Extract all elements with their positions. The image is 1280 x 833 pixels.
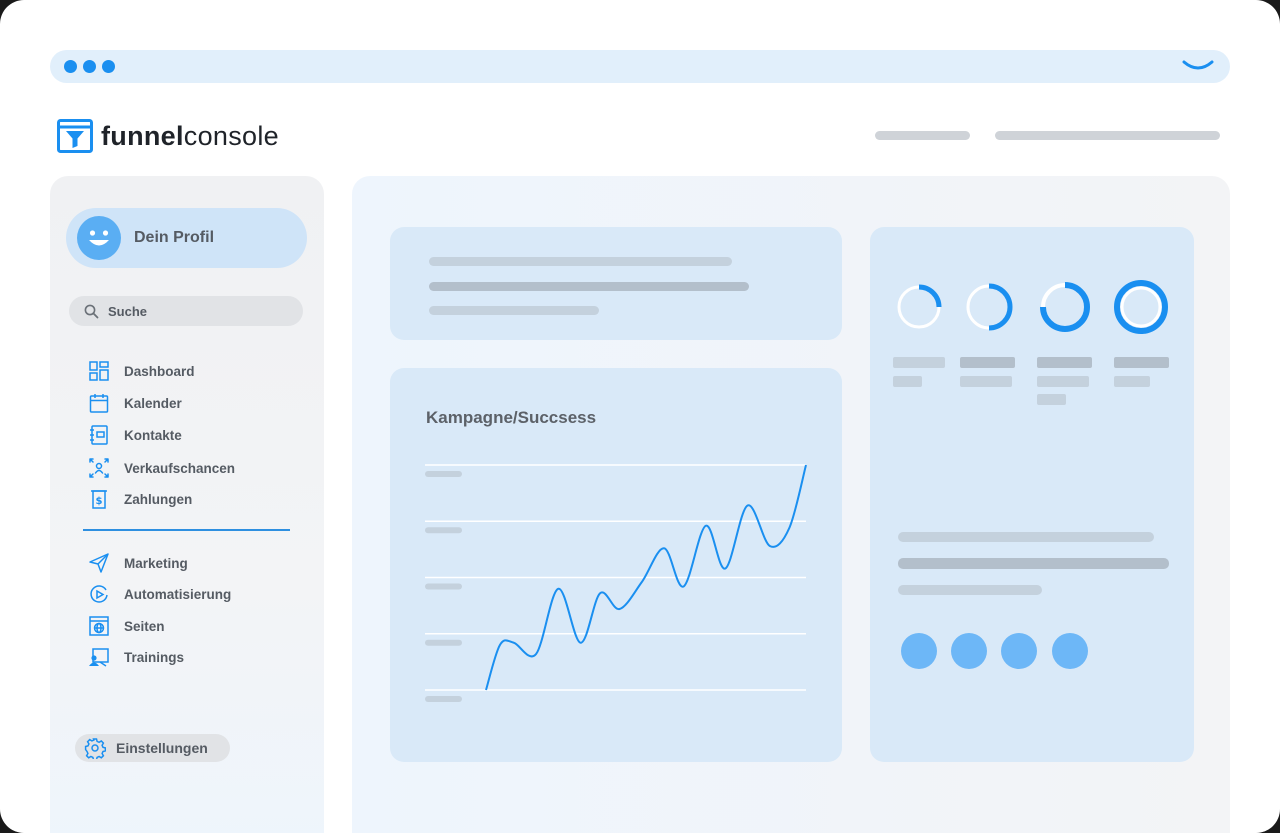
avatar	[77, 216, 121, 260]
profile-button[interactable]: Dein Profil	[66, 208, 307, 268]
search-label: Suche	[108, 303, 148, 319]
app-logo[interactable]: funnelconsole	[57, 119, 279, 153]
chart-card: Kampagne/Succsess	[390, 368, 842, 762]
sidebar-item-dashboard[interactable]: Dashboard	[88, 359, 195, 383]
placeholder-bar	[1037, 394, 1066, 405]
placeholder-bar	[429, 257, 732, 266]
placeholder-bar	[960, 376, 1012, 387]
placeholder-bar	[429, 306, 599, 315]
main-content: Kampagne/Succsess	[352, 176, 1230, 833]
header-placeholder-bar	[875, 131, 970, 140]
opportunities-icon	[89, 458, 109, 478]
placeholder-bar	[898, 585, 1042, 595]
paper-plane-icon	[89, 553, 109, 573]
dashboard-grid-icon	[89, 361, 109, 381]
campaign-line-chart	[425, 464, 807, 702]
chart-tick-placeholder	[425, 696, 462, 702]
sidebar-item-label: Kalender	[124, 395, 182, 411]
sidebar-item-marketing[interactable]: Marketing	[88, 551, 188, 575]
chart-tick-placeholder	[425, 527, 462, 534]
sidebar-item-zahlungen[interactable]: $ Zahlungen	[88, 487, 192, 511]
sidebar-item-label: Seiten	[124, 618, 165, 634]
sidebar-item-kontakte[interactable]: Kontakte	[88, 423, 182, 447]
pages-globe-icon	[89, 616, 109, 636]
progress-ring-icon	[966, 283, 1013, 331]
funnel-logo-icon	[57, 119, 93, 153]
profile-label: Dein Profil	[134, 229, 215, 246]
progress-ring-icon	[897, 284, 942, 329]
sidebar-item-label: Dashboard	[124, 363, 195, 379]
placeholder-bar	[898, 532, 1154, 542]
sidebar-item-label: Zahlungen	[124, 491, 193, 507]
logo-light-text: console	[183, 120, 279, 151]
sidebar: Dein Profil Suche Dashboard Kalender Kon…	[50, 176, 324, 833]
sidebar-item-kalender[interactable]: Kalender	[88, 391, 182, 415]
logo-text: funnelconsole	[101, 121, 279, 152]
summary-card	[390, 227, 842, 340]
placeholder-bar	[1037, 376, 1089, 387]
avatar[interactable]	[1052, 633, 1088, 669]
placeholder-bar	[960, 357, 1015, 368]
browser-window: funnelconsole Dein Profil Suche Dashboar…	[0, 0, 1280, 833]
avatar[interactable]	[1001, 633, 1037, 669]
window-dot-icon[interactable]	[102, 60, 115, 73]
search-icon	[84, 304, 99, 318]
progress-ring-icon	[1040, 282, 1090, 332]
training-icon	[89, 648, 109, 667]
calendar-icon	[89, 394, 109, 413]
stats-card	[870, 227, 1194, 762]
placeholder-bar	[893, 376, 922, 387]
placeholder-bar	[893, 357, 945, 368]
logo-bold-text: funnel	[101, 120, 184, 151]
placeholder-bar	[429, 282, 749, 291]
window-dot-icon[interactable]	[83, 60, 96, 73]
automation-play-icon	[90, 585, 108, 603]
chart-tick-placeholder	[425, 471, 462, 477]
gear-icon	[84, 738, 106, 759]
sidebar-item-label: Trainings	[124, 649, 185, 665]
window-dot-icon[interactable]	[64, 60, 77, 73]
contacts-book-icon	[90, 425, 108, 445]
sidebar-item-seiten[interactable]: Seiten	[88, 614, 165, 638]
svg-text:$: $	[96, 496, 103, 507]
chart-tick-placeholder	[425, 639, 462, 646]
placeholder-bar	[1114, 357, 1169, 368]
header-placeholder-bar	[995, 131, 1220, 140]
chart-tick-placeholder	[425, 583, 462, 590]
sidebar-divider	[83, 529, 290, 531]
sidebar-item-label: Automatisierung	[124, 586, 232, 602]
placeholder-bar	[1114, 376, 1150, 387]
placeholder-bar	[1037, 357, 1092, 368]
sidebar-item-trainings[interactable]: Trainings	[88, 645, 184, 669]
placeholder-bar	[898, 558, 1169, 569]
sidebar-item-label: Verkaufschancen	[124, 460, 236, 476]
sidebar-item-verkaufschancen[interactable]: Verkaufschancen	[88, 456, 235, 480]
smiley-icon	[89, 230, 109, 246]
search-input[interactable]: Suche	[69, 296, 303, 326]
progress-rings	[897, 280, 1168, 334]
window-titlebar	[50, 50, 1230, 83]
settings-button[interactable]: Einstellungen	[75, 734, 230, 762]
progress-ring-icon	[1114, 280, 1168, 334]
payments-icon: $	[91, 490, 107, 509]
sidebar-item-label: Kontakte	[124, 427, 182, 443]
chevron-down-icon[interactable]	[1182, 58, 1214, 74]
settings-label: Einstellungen	[116, 740, 208, 756]
avatar[interactable]	[951, 633, 987, 669]
sidebar-item-label: Marketing	[124, 555, 188, 571]
sidebar-item-automatisierung[interactable]: Automatisierung	[88, 582, 231, 606]
avatar[interactable]	[901, 633, 937, 669]
